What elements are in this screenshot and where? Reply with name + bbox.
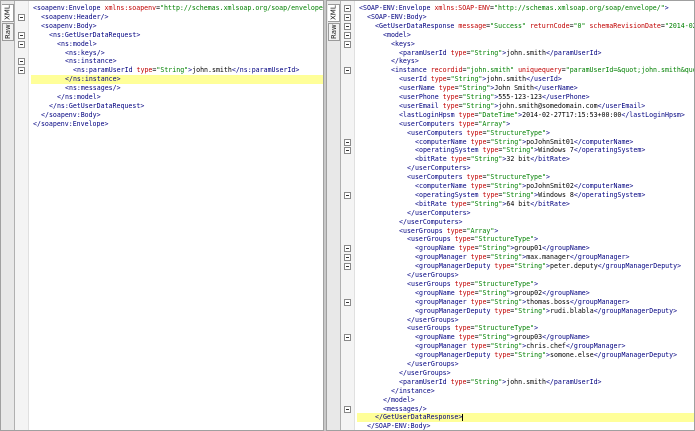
code-line[interactable]: <keys> xyxy=(357,40,694,49)
code-line[interactable]: </ns:model> xyxy=(31,93,323,102)
code-line[interactable]: <soapenv:Body> xyxy=(31,22,323,31)
code-line[interactable]: <userName type="String">John Smith</user… xyxy=(357,84,694,93)
response-view-tabs: XML Raw xyxy=(327,1,341,430)
fold-toggle-icon[interactable] xyxy=(344,334,351,342)
code-line[interactable]: </ns:instance> xyxy=(31,75,323,85)
response-editor-pane[interactable]: XML Raw <SOAP-ENV:Envelope xmlns:SOAP-EN… xyxy=(326,0,695,431)
code-line[interactable]: <GetUserDataResponse message="Success" r… xyxy=(357,22,694,31)
code-line[interactable]: </instance> xyxy=(357,387,694,396)
fold-toggle-icon[interactable] xyxy=(344,22,351,30)
fold-toggle-icon[interactable] xyxy=(18,40,25,48)
code-line[interactable]: <ns:GetUserDataRequest> xyxy=(31,31,323,40)
code-line[interactable]: <groupName type="String">group01</groupN… xyxy=(357,244,694,253)
request-editor-pane[interactable]: XML Raw <soapenv:Envelope xmlns:soapenv=… xyxy=(0,0,324,431)
code-line[interactable]: <soapenv:Envelope xmlns:soapenv="http://… xyxy=(31,4,323,13)
code-line[interactable]: <computerName type="String">poJohnSmit02… xyxy=(357,182,694,191)
code-line[interactable]: <ns:messages/> xyxy=(31,84,323,93)
fold-toggle-icon[interactable] xyxy=(18,13,25,21)
code-line[interactable]: <groupManagerDeputy type="String">peter.… xyxy=(357,262,694,271)
code-line[interactable]: <groupManagerDeputy type="String">somone… xyxy=(357,351,694,360)
fold-toggle-icon[interactable] xyxy=(344,263,351,271)
code-line[interactable]: <ns:instance> xyxy=(31,57,323,66)
code-line[interactable]: <userPhone type="String">555-123-123</us… xyxy=(357,93,694,102)
fold-toggle-icon[interactable] xyxy=(18,67,25,75)
fold-toggle-icon[interactable] xyxy=(344,67,351,75)
code-line[interactable]: </userGroups> xyxy=(357,360,694,369)
code-line[interactable]: </userComputers> xyxy=(357,164,694,173)
code-line[interactable]: </model> xyxy=(357,396,694,405)
fold-toggle-icon[interactable] xyxy=(344,191,351,199)
code-line[interactable]: <messages/> xyxy=(357,405,694,414)
fold-toggle-icon[interactable] xyxy=(344,138,351,146)
fold-toggle-icon[interactable] xyxy=(344,147,351,155)
code-line[interactable]: <operatingSystem type="String">Windows 7… xyxy=(357,146,694,155)
tab-xml[interactable]: XML xyxy=(2,4,14,22)
code-line[interactable]: </userComputers> xyxy=(357,218,694,227)
fold-toggle-icon[interactable] xyxy=(344,13,351,21)
code-line[interactable]: <userEmail type="String">john.smith@some… xyxy=(357,102,694,111)
code-line[interactable]: </GetUserDataResponse> xyxy=(357,413,694,423)
code-line[interactable]: <computerName type="String">poJohnSmit01… xyxy=(357,138,694,147)
code-line[interactable]: </userComputers> xyxy=(357,209,694,218)
code-line[interactable]: <userId type="String">john.smith</userId… xyxy=(357,75,694,84)
code-line[interactable]: <groupManager type="String">max.manager<… xyxy=(357,253,694,262)
code-line[interactable]: <SOAP-ENV:Envelope xmlns:SOAP-ENV="http:… xyxy=(357,4,694,13)
code-line[interactable]: <userGroups type="StructureType"> xyxy=(357,324,694,333)
request-xml-editor[interactable]: <soapenv:Envelope xmlns:soapenv="http://… xyxy=(31,1,323,430)
code-line[interactable]: <groupManagerDeputy type="String">rudi.b… xyxy=(357,307,694,316)
code-line[interactable]: <instance recordid="john.smith" uniquequ… xyxy=(357,66,694,75)
request-view-tabs: XML Raw xyxy=(1,1,15,430)
code-line[interactable]: <bitRate type="String">64 bit</bitRate> xyxy=(357,200,694,209)
text-caret xyxy=(462,413,464,421)
code-line[interactable]: <userGroups type="Array"> xyxy=(357,227,694,236)
soapui-request-response-window: XML Raw <soapenv:Envelope xmlns:soapenv=… xyxy=(0,0,695,431)
tab-raw[interactable]: Raw xyxy=(328,23,340,41)
tab-raw[interactable]: Raw xyxy=(2,23,14,41)
code-line[interactable]: </soapenv:Body> xyxy=(31,111,323,120)
code-line[interactable]: <userComputers type="StructureType"> xyxy=(357,173,694,182)
code-line[interactable]: <paramUserId type="String">john.smith</p… xyxy=(357,49,694,58)
code-line[interactable]: <groupName type="String">group03</groupN… xyxy=(357,333,694,342)
code-line[interactable]: <ns:paramUserId type="String">john.smith… xyxy=(31,66,323,75)
code-line[interactable]: <lastLoginHpsm type="DateTime">2014-02-2… xyxy=(357,111,694,120)
code-line[interactable]: <groupName type="String">group02</groupN… xyxy=(357,289,694,298)
code-line[interactable]: <userComputers type="StructureType"> xyxy=(357,129,694,138)
fold-toggle-icon[interactable] xyxy=(344,298,351,306)
code-line[interactable]: <userGroups type="StructureType"> xyxy=(357,235,694,244)
code-line[interactable]: </SOAP-ENV:Body> xyxy=(357,422,694,430)
fold-gutter[interactable] xyxy=(341,1,355,430)
code-line[interactable]: </userGroups> xyxy=(357,271,694,280)
fold-gutter[interactable] xyxy=(15,1,29,430)
code-line[interactable]: <userGroups type="StructureType"> xyxy=(357,280,694,289)
code-line[interactable]: <ns:keys/> xyxy=(31,49,323,58)
code-line[interactable]: <groupManager type="String">thomas.boss<… xyxy=(357,298,694,307)
code-line[interactable]: <operatingSystem type="String">Windows 8… xyxy=(357,191,694,200)
fold-toggle-icon[interactable] xyxy=(344,5,351,12)
response-xml-editor[interactable]: <SOAP-ENV:Envelope xmlns:SOAP-ENV="http:… xyxy=(357,1,694,430)
code-line[interactable]: <bitRate type="String">32 bit</bitRate> xyxy=(357,155,694,164)
code-line[interactable]: <groupManager type="String">chris.chef</… xyxy=(357,342,694,351)
fold-toggle-icon[interactable] xyxy=(344,405,351,413)
code-line[interactable]: <model> xyxy=(357,31,694,40)
code-line[interactable]: <paramUserId type="String">john.smith</p… xyxy=(357,378,694,387)
code-line[interactable]: <ns:model> xyxy=(31,40,323,49)
tab-xml[interactable]: XML xyxy=(328,4,340,22)
code-line[interactable]: </soapenv:Envelope> xyxy=(31,120,323,129)
code-line[interactable]: </ns:GetUserDataRequest> xyxy=(31,102,323,111)
code-line[interactable]: </userGroups> xyxy=(357,369,694,378)
code-line[interactable]: <SOAP-ENV:Body> xyxy=(357,13,694,22)
fold-toggle-icon[interactable] xyxy=(18,31,25,39)
fold-toggle-icon[interactable] xyxy=(344,245,351,253)
code-line[interactable]: <soapenv:Header/> xyxy=(31,13,323,22)
fold-toggle-icon[interactable] xyxy=(344,31,351,39)
code-line[interactable]: </userGroups> xyxy=(357,316,694,325)
code-line[interactable]: </keys> xyxy=(357,57,694,66)
code-line[interactable]: <userComputers type="Array"> xyxy=(357,120,694,129)
fold-toggle-icon[interactable] xyxy=(344,254,351,262)
fold-toggle-icon[interactable] xyxy=(18,58,25,66)
fold-toggle-icon[interactable] xyxy=(344,40,351,48)
